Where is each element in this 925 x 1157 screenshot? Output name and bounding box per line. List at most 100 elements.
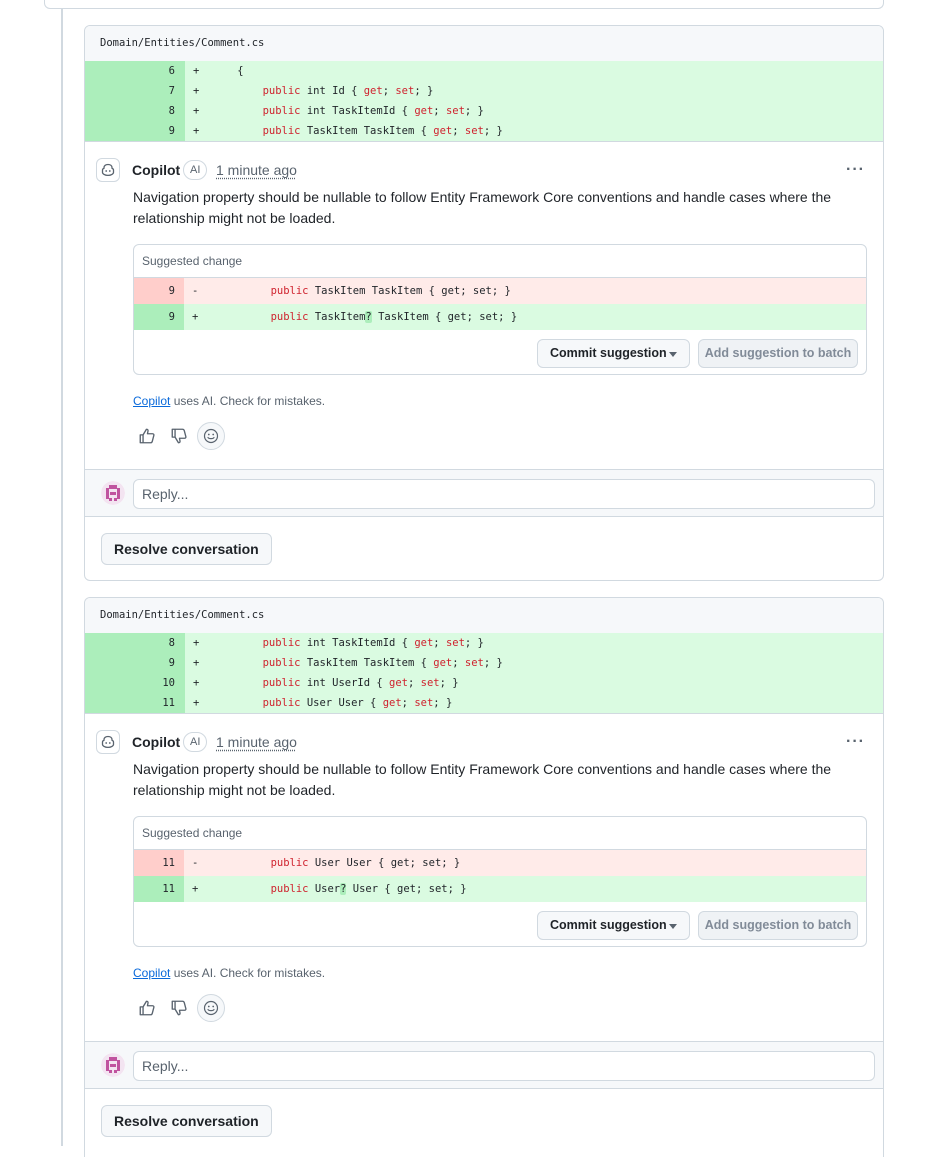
removed-line: 11 - public User User { get; set; } — [134, 850, 866, 876]
code: public int TaskItemId { get; set; } — [262, 105, 484, 117]
reply-row: Reply... — [85, 1041, 883, 1089]
diff-sign: + — [193, 677, 200, 689]
diff-line: 10 + public int UserId { get; set; } — [85, 673, 883, 693]
code: public User User { get; set; } — [262, 697, 453, 709]
ai-disclaimer: Copilot uses AI. Check for mistakes. — [133, 966, 326, 980]
diff-line: 9 + public TaskItem TaskItem { get; set;… — [85, 653, 883, 673]
reactions — [133, 422, 225, 450]
review-thread: Domain/Entities/Comment.cs 6 + { 7 + pub… — [84, 25, 884, 581]
diff-sign: - — [192, 857, 199, 869]
suggested-change-header: Suggested change — [134, 245, 866, 278]
diff-line: 11 + public User User { get; set; } — [85, 693, 883, 713]
line-number: 11 — [134, 876, 184, 902]
line-number: 9 — [85, 653, 185, 673]
review-comment: Copilot AI 1 minute ago ··· Navigation p… — [85, 714, 883, 1041]
comment-author[interactable]: Copilot — [132, 162, 180, 178]
diff-sign: - — [192, 285, 199, 297]
diff-sign: + — [193, 65, 200, 77]
code: { — [237, 65, 244, 77]
user-avatar-icon[interactable] — [101, 1053, 125, 1077]
suggestion-actions: Commit suggestion Add suggestion to batc… — [134, 330, 866, 374]
removed-line: 9 - public TaskItem TaskItem { get; set;… — [134, 278, 866, 304]
timeline-line — [61, 0, 63, 1146]
resolve-conversation-button[interactable]: Resolve conversation — [101, 533, 272, 565]
line-number: 7 — [85, 81, 185, 101]
line-number: 8 — [85, 101, 185, 121]
kebab-icon[interactable]: ··· — [846, 733, 865, 751]
review-comment: Copilot AI 1 minute ago ··· Navigation p… — [85, 142, 883, 469]
diff-line: 7 + public int Id { get; set; } — [85, 81, 883, 101]
diff-hunk: 8 + public int TaskItemId { get; set; } … — [85, 633, 883, 714]
code: public int TaskItemId { get; set; } — [262, 637, 484, 649]
diff-sign: + — [193, 105, 200, 117]
code: public int UserId { get; set; } — [262, 677, 459, 689]
commit-suggestion-button[interactable]: Commit suggestion — [537, 911, 690, 940]
suggested-change: Suggested change 11 - public User User {… — [133, 816, 867, 947]
code: public TaskItem TaskItem { get; set; } — [262, 657, 503, 669]
comment-body: Navigation property should be nullable t… — [133, 189, 832, 226]
copilot-icon[interactable] — [96, 730, 120, 754]
diff-line: 8 + public int TaskItemId { get; set; } — [85, 101, 883, 121]
add-to-batch-button[interactable]: Add suggestion to batch — [698, 911, 858, 940]
ai-badge: AI — [183, 160, 208, 180]
code: public TaskItem? TaskItem { get; set; } — [270, 311, 518, 323]
line-number: 9 — [134, 278, 184, 304]
diff-hunk: 6 + { 7 + public int Id { get; set; } 8 … — [85, 61, 883, 142]
diff-sign: + — [192, 311, 199, 323]
smiley-icon[interactable] — [197, 994, 225, 1022]
diff-line: 9 + public TaskItem TaskItem { get; set;… — [85, 121, 883, 141]
reactions — [133, 994, 225, 1022]
review-thread: Domain/Entities/Comment.cs 8 + public in… — [84, 597, 884, 1157]
diff-line: 8 + public int TaskItemId { get; set; } — [85, 633, 883, 653]
comment-timestamp[interactable]: 1 minute ago — [216, 734, 297, 750]
copilot-link[interactable]: Copilot — [133, 394, 170, 408]
line-number: 8 — [85, 633, 185, 653]
line-number: 10 — [85, 673, 185, 693]
smiley-icon[interactable] — [197, 422, 225, 450]
ai-disclaimer: Copilot uses AI. Check for mistakes. — [133, 394, 326, 408]
comment-timestamp[interactable]: 1 minute ago — [216, 162, 297, 178]
suggested-change-header: Suggested change — [134, 817, 866, 850]
line-number: 9 — [134, 304, 184, 330]
kebab-icon[interactable]: ··· — [846, 161, 865, 179]
reply-input[interactable]: Reply... — [133, 1051, 875, 1081]
diff-sign: + — [193, 85, 200, 97]
resolve-area: Resolve conversation — [85, 517, 883, 580]
user-avatar-icon[interactable] — [101, 481, 125, 505]
diff-line: 6 + { — [85, 61, 883, 81]
ai-badge: AI — [183, 732, 208, 752]
file-path[interactable]: Domain/Entities/Comment.cs — [85, 26, 883, 61]
diff-sign: + — [193, 657, 200, 669]
thumbs-down-icon[interactable] — [165, 994, 193, 1022]
diff-sign: + — [193, 637, 200, 649]
code: public int Id { get; set; } — [262, 85, 434, 97]
suggestion-actions: Commit suggestion Add suggestion to batc… — [134, 902, 866, 946]
resolve-area: Resolve conversation — [85, 1089, 883, 1153]
copilot-icon[interactable] — [96, 158, 120, 182]
comment-body: Navigation property should be nullable t… — [133, 761, 832, 798]
caret-down-icon[interactable] — [669, 352, 677, 357]
add-to-batch-button[interactable]: Add suggestion to batch — [698, 339, 858, 368]
thumbs-up-icon[interactable] — [133, 422, 161, 450]
line-number: 6 — [85, 61, 185, 81]
copilot-link[interactable]: Copilot — [133, 966, 170, 980]
code: public TaskItem TaskItem { get; set; } — [262, 125, 503, 137]
previous-card-edge — [44, 0, 884, 9]
line-number: 11 — [134, 850, 184, 876]
caret-down-icon[interactable] — [669, 924, 677, 929]
diff-sign: + — [193, 697, 200, 709]
code: public User? User { get; set; } — [270, 883, 467, 895]
commit-suggestion-button[interactable]: Commit suggestion — [537, 339, 690, 368]
comment-author[interactable]: Copilot — [132, 734, 180, 750]
line-number: 11 — [85, 693, 185, 713]
diff-sign: + — [192, 883, 199, 895]
thumbs-up-icon[interactable] — [133, 994, 161, 1022]
thumbs-down-icon[interactable] — [165, 422, 193, 450]
file-path[interactable]: Domain/Entities/Comment.cs — [85, 598, 883, 633]
suggested-change: Suggested change 9 - public TaskItem Tas… — [133, 244, 867, 375]
code: public TaskItem TaskItem { get; set; } — [270, 285, 511, 297]
resolve-conversation-button[interactable]: Resolve conversation — [101, 1105, 272, 1137]
added-line: 9 + public TaskItem? TaskItem { get; set… — [134, 304, 866, 330]
reply-input[interactable]: Reply... — [133, 479, 875, 509]
diff-sign: + — [193, 125, 200, 137]
